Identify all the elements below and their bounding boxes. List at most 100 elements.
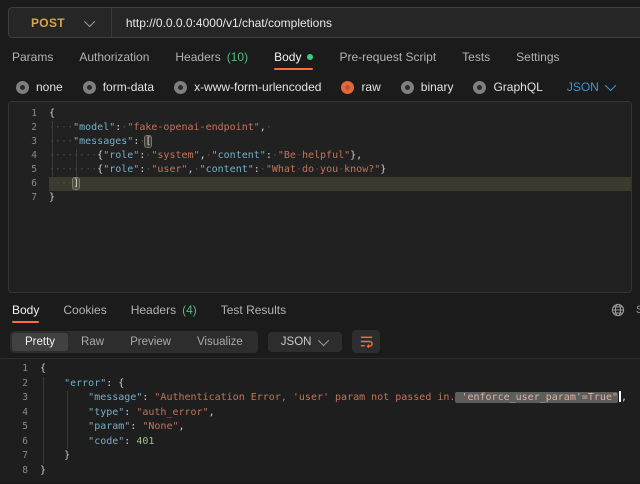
code-line[interactable]: 5········{"role":·"user",·"content":·"Wh… <box>9 163 631 177</box>
code-text: ········{"role":·"user",·"content":·"Wha… <box>49 163 631 177</box>
postman-app: POST http://0.0.0.0:4000/v1/chat/complet… <box>0 7 640 484</box>
tab-params[interactable]: Params <box>12 44 53 70</box>
code-line[interactable]: 4········{"role":·"system",·"content":·"… <box>9 149 631 163</box>
response-header-right: St <box>610 302 640 318</box>
response-body-editor[interactable]: 1{2 "error": {3 "message": "Authenticati… <box>0 358 640 481</box>
body-type-raw[interactable]: raw <box>341 80 380 94</box>
body-type-none[interactable]: none <box>16 80 63 94</box>
radio-label: binary <box>421 80 454 94</box>
code-text: } <box>40 464 640 479</box>
tab-label: Params <box>12 50 53 64</box>
view-preview[interactable]: Preview <box>117 333 184 351</box>
radio-label: GraphQL <box>493 80 542 94</box>
radio-selected-icon <box>341 81 354 94</box>
body-type-x-www-form-urlencoded[interactable]: x-www-form-urlencoded <box>174 80 321 94</box>
radio-icon <box>174 81 187 94</box>
tab-label: Tests <box>462 50 490 64</box>
code-text: "message": "Authentication Error, 'user'… <box>40 391 640 406</box>
line-number: 3 <box>0 391 40 406</box>
indent-guide <box>67 391 68 449</box>
code-line[interactable]: 6 "code": 401 <box>0 435 640 450</box>
tab-label: Pre-request Script <box>339 50 436 64</box>
line-number: 1 <box>0 362 40 377</box>
line-number: 7 <box>0 449 40 464</box>
response-toolbar: PrettyRawPreviewVisualize JSON <box>10 329 640 354</box>
radio-icon <box>401 81 414 94</box>
code-line[interactable]: 7} <box>9 191 631 205</box>
line-number: 6 <box>0 435 40 450</box>
request-url-bar: POST http://0.0.0.0:4000/v1/chat/complet… <box>8 7 640 38</box>
tab-authorization[interactable]: Authorization <box>79 44 149 70</box>
tab-label: Cookies <box>63 303 106 317</box>
line-number: 7 <box>9 191 49 205</box>
code-text: "type": "auth_error", <box>40 406 640 421</box>
method-label: POST <box>31 16 65 30</box>
tab-tests[interactable]: Tests <box>462 44 490 70</box>
chevron-down-icon <box>84 15 95 26</box>
tab-settings[interactable]: Settings <box>516 44 559 70</box>
line-number: 4 <box>0 406 40 421</box>
code-text: { <box>49 107 631 121</box>
view-pretty[interactable]: Pretty <box>12 333 68 351</box>
response-tab-test-results[interactable]: Test Results <box>221 296 286 323</box>
response-view-switcher: PrettyRawPreviewVisualize <box>10 331 258 353</box>
code-line[interactable]: 3 "message": "Authentication Error, 'use… <box>0 391 640 406</box>
code-line[interactable]: 7 } <box>0 449 640 464</box>
code-line[interactable]: 3····"messages":·[ <box>9 135 631 149</box>
code-text: "param": "None", <box>40 420 640 435</box>
chevron-down-icon <box>318 334 329 345</box>
wrap-text-button[interactable] <box>352 330 380 353</box>
code-text: "code": 401 <box>40 435 640 450</box>
raw-format-label: JSON <box>567 80 599 94</box>
tab-label: Body <box>274 50 301 64</box>
code-line[interactable]: 4 "type": "auth_error", <box>0 406 640 421</box>
tab-headers[interactable]: Headers(10) <box>175 44 248 70</box>
view-raw[interactable]: Raw <box>68 333 117 351</box>
globe-icon[interactable] <box>610 302 626 318</box>
response-tab-headers[interactable]: Headers(4) <box>131 296 197 323</box>
response-tab-body[interactable]: Body <box>12 296 39 323</box>
response-tab-cookies[interactable]: Cookies <box>63 296 106 323</box>
code-line[interactable]: 2 "error": { <box>0 377 640 392</box>
line-number: 8 <box>0 464 40 479</box>
response-format-label: JSON <box>281 336 312 348</box>
chevron-down-icon <box>605 80 616 91</box>
wrap-text-icon <box>359 334 374 349</box>
response-header: Body Cookies Headers(4) Test Results St <box>0 296 640 323</box>
code-text: { <box>40 362 640 377</box>
code-text: ····] <box>49 177 631 191</box>
view-visualize[interactable]: Visualize <box>184 333 256 351</box>
indent-guide <box>52 121 53 191</box>
tab-body[interactable]: Body <box>274 44 313 70</box>
tab-label: Headers <box>131 303 176 317</box>
body-type-form-data[interactable]: form-data <box>83 80 154 94</box>
request-body-editor[interactable]: 1{2····"model":·"fake-openai-endpoint",·… <box>8 101 632 293</box>
body-type-binary[interactable]: binary <box>401 80 454 94</box>
code-text: "error": { <box>40 377 640 392</box>
line-number: 5 <box>0 420 40 435</box>
line-number: 2 <box>0 377 40 392</box>
raw-format-select[interactable]: JSON <box>567 80 616 94</box>
radio-label: raw <box>361 80 380 94</box>
request-tabs: Params Authorization Headers(10) Body Pre-re… <box>12 44 640 70</box>
code-line[interactable]: 1{ <box>0 362 640 377</box>
radio-label: x-www-form-urlencoded <box>194 80 321 94</box>
code-line[interactable]: 5 "param": "None", <box>0 420 640 435</box>
url-input[interactable]: http://0.0.0.0:4000/v1/chat/completions <box>112 16 332 30</box>
code-text: ········{"role":·"system",·"content":·"B… <box>49 149 631 163</box>
radio-icon <box>16 81 29 94</box>
tab-pre-request-script[interactable]: Pre-request Script <box>339 44 436 70</box>
code-line[interactable]: 1{ <box>9 107 631 121</box>
body-type-row: none form-data x-www-form-urlencoded raw bin… <box>16 75 640 99</box>
code-line[interactable]: 6····] <box>9 177 631 191</box>
tab-label: Test Results <box>221 303 286 317</box>
response-format-select[interactable]: JSON <box>268 332 343 352</box>
line-number: 2 <box>9 121 49 135</box>
method-select[interactable]: POST <box>9 8 111 37</box>
indent-guide <box>76 149 77 177</box>
code-line[interactable]: 8} <box>0 464 640 479</box>
body-type-graphql[interactable]: GraphQL <box>473 80 542 94</box>
unsaved-changes-dot-icon <box>307 54 313 60</box>
code-line[interactable]: 2····"model":·"fake-openai-endpoint",· <box>9 121 631 135</box>
line-number: 4 <box>9 149 49 163</box>
